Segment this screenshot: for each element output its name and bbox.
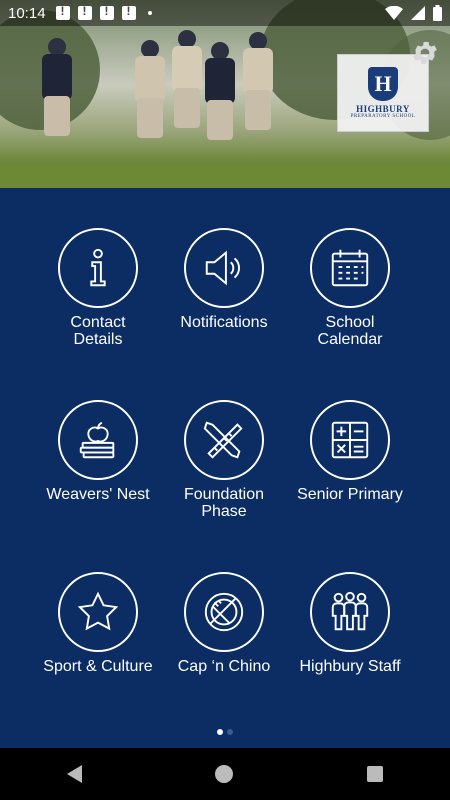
logo-name: HIGHBURY	[356, 104, 410, 114]
tile-circle[interactable]	[58, 572, 138, 652]
wifi-icon	[385, 6, 403, 20]
more-notifications-dot	[147, 11, 152, 15]
tile-circle[interactable]	[310, 228, 390, 308]
tile-label: Foundation Phase	[183, 486, 265, 520]
tile-label: Notifications	[180, 314, 268, 331]
pencil-ruler-icon	[203, 421, 243, 459]
home-icon[interactable]	[215, 765, 234, 783]
signal-icon	[411, 6, 425, 20]
tile-circle[interactable]	[310, 400, 390, 480]
calculator-icon	[331, 421, 369, 459]
recent-apps-icon[interactable]	[367, 766, 384, 782]
tile-senior-primary[interactable]: Senior Primary	[287, 400, 413, 522]
tile-label: Weavers' Nest	[46, 486, 150, 503]
tile-label: Sport & Culture	[43, 658, 153, 675]
page-dot-active[interactable]	[217, 729, 223, 735]
tile-circle[interactable]	[184, 572, 264, 652]
speaker-icon	[205, 250, 240, 286]
gear-icon[interactable]	[410, 38, 440, 68]
tile-cap-n-chino[interactable]: Cap ‘n Chino	[161, 572, 287, 694]
tile-sport-culture[interactable]: Sport & Culture	[35, 572, 161, 694]
tile-school-calendar[interactable]: School Calendar	[287, 228, 413, 350]
battery-icon	[433, 5, 442, 21]
tile-circle[interactable]	[310, 572, 390, 652]
system-navigation-bar	[0, 748, 450, 800]
tile-circle[interactable]	[184, 228, 264, 308]
tile-notifications[interactable]: Notifications	[161, 228, 287, 350]
tile-circle[interactable]	[58, 400, 138, 480]
tile-highbury-staff[interactable]: Highbury Staff	[287, 572, 413, 694]
alert-icon	[77, 4, 92, 20]
tile-label: Highbury Staff	[299, 658, 401, 675]
status-time: 10:14	[8, 4, 46, 22]
tile-foundation-phase[interactable]: Foundation Phase	[161, 400, 287, 522]
people-icon	[331, 591, 369, 631]
tile-label: Cap ‘n Chino	[177, 658, 271, 675]
notification-icons	[55, 4, 152, 20]
tile-contact-details[interactable]: Contact Details	[35, 228, 161, 350]
tile-label: Contact Details	[70, 314, 126, 348]
alert-icon	[121, 4, 136, 20]
apple-books-icon	[79, 421, 115, 459]
calendar-icon	[331, 249, 369, 287]
page-indicator	[0, 729, 450, 735]
status-bar: 10:14	[0, 0, 450, 26]
tile-circle[interactable]	[184, 400, 264, 480]
tile-weavers-nest[interactable]: Weavers' Nest	[35, 400, 161, 522]
tile-circle[interactable]	[58, 228, 138, 308]
back-icon[interactable]	[66, 765, 82, 783]
tile-label: School Calendar	[317, 314, 383, 348]
crest-icon: H	[368, 67, 398, 101]
alert-icon	[55, 4, 70, 20]
menu-grid: Contact Details Notifications School Cal…	[35, 228, 415, 694]
info-icon	[90, 248, 106, 287]
logo-subtitle: PREPARATORY SCHOOL	[350, 114, 416, 119]
alert-icon	[99, 4, 114, 20]
star-icon	[77, 591, 119, 631]
plate-cutlery-icon	[204, 592, 244, 632]
page-dot[interactable]	[227, 729, 233, 735]
tile-label: Senior Primary	[297, 486, 403, 503]
